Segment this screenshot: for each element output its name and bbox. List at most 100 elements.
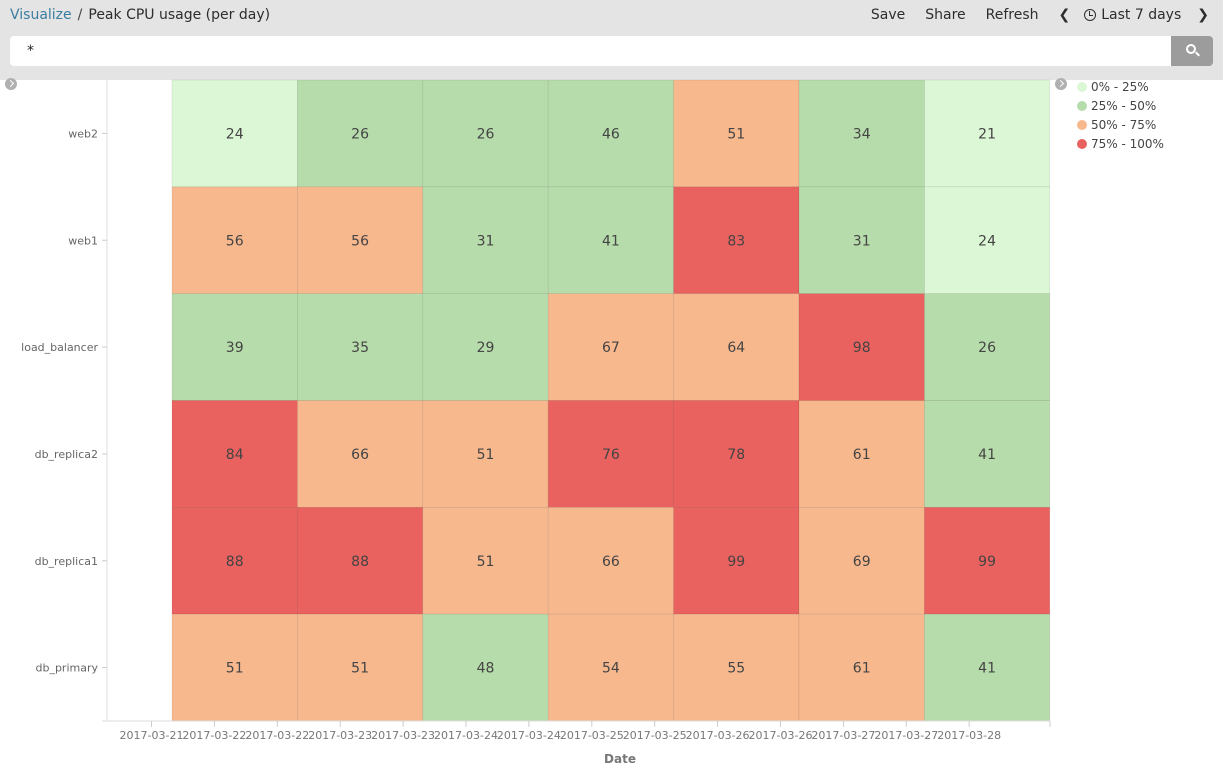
heatmap-cell[interactable]: 55 [673, 613, 800, 722]
heatmap-cell[interactable]: 24 [924, 186, 1051, 294]
x-tick-label: 2017-03-27 [811, 729, 875, 742]
heatmap-cell-label: 66 [351, 447, 369, 463]
heatmap-cell-label: 48 [477, 661, 495, 677]
heatmap-cell[interactable]: 51 [297, 613, 424, 722]
legend-item[interactable]: 25% - 50% [1077, 96, 1164, 115]
heatmap-cell-label: 29 [477, 340, 495, 356]
breadcrumb-visualize-link[interactable]: Visualize [10, 7, 72, 23]
heatmap-cell[interactable]: 61 [798, 400, 925, 508]
heatmap-cell[interactable]: 26 [924, 293, 1051, 401]
x-tick-label: 2017-03-26 [749, 729, 813, 742]
time-picker-button[interactable]: Last 7 days [1084, 7, 1181, 23]
heatmap-cell-label: 46 [602, 126, 620, 142]
heatmap-cells: 24 26 26 46 51 34 21 56 56 31 41 83 31 24 39 35 29 67 64 98… [171, 79, 1051, 722]
heatmap-cell[interactable]: 31 [422, 186, 549, 294]
heatmap-cell[interactable]: 54 [547, 613, 674, 722]
y-tick-label: db_replica2 [35, 448, 98, 461]
heatmap-cell[interactable]: 56 [171, 186, 298, 294]
heatmap-cell[interactable]: 35 [297, 293, 424, 401]
heatmap-cell[interactable]: 88 [297, 507, 424, 615]
search-icon-handle [1195, 51, 1200, 57]
heatmap-cell-label: 88 [226, 554, 244, 570]
heatmap-chart: 24 26 26 46 51 34 21 56 56 31 41 83 31 24 39 35 29 67 64 98… [21, 79, 1051, 766]
heatmap-cell-label: 24 [978, 233, 996, 249]
x-tick-label: 2017-03-22 [182, 729, 246, 742]
y-tick-label: web1 [68, 234, 98, 247]
top-menu: Save Share Refresh ❮ Last 7 days ❯ [871, 7, 1223, 23]
heatmap-cell[interactable]: 76 [547, 400, 674, 508]
heatmap-cell[interactable]: 48 [422, 613, 549, 722]
legend-color-dot [1077, 100, 1087, 111]
x-tick-label: 2017-03-25 [560, 729, 624, 742]
heatmap-cell[interactable]: 51 [422, 507, 549, 615]
search-button[interactable] [1171, 36, 1213, 66]
heatmap-cell-label: 34 [853, 126, 871, 142]
top-nav-bar: Visualize / Peak CPU usage (per day) Save … [0, 0, 1223, 80]
heatmap-cell[interactable]: 41 [924, 613, 1051, 722]
search-input[interactable] [10, 36, 1171, 66]
x-axis: 2017-03-212017-03-222017-03-222017-03-23… [102, 720, 1051, 742]
heatmap-cell[interactable]: 88 [171, 507, 298, 615]
heatmap-cell[interactable]: 98 [798, 293, 925, 401]
legend-color-dot [1077, 81, 1087, 92]
heatmap-cell[interactable]: 51 [422, 400, 549, 508]
heatmap-cell[interactable]: 99 [924, 507, 1051, 615]
heatmap-cell-label: 51 [226, 661, 244, 677]
legend-toggle-icon[interactable] [1055, 78, 1067, 90]
heatmap-cell[interactable]: 46 [547, 79, 674, 188]
heatmap-cell[interactable]: 83 [673, 186, 800, 294]
heatmap-cell-label: 41 [602, 233, 620, 249]
heatmap-cell[interactable]: 41 [547, 186, 674, 294]
heatmap-cell[interactable]: 51 [171, 613, 298, 722]
sidebar-toggle-icon[interactable] [5, 78, 17, 90]
x-tick-label: 2017-03-24 [434, 729, 498, 742]
heatmap-cell[interactable]: 26 [297, 79, 424, 188]
heatmap-cell-label: 51 [727, 126, 745, 142]
refresh-button[interactable]: Refresh [986, 7, 1039, 23]
heatmap-cell[interactable]: 29 [422, 293, 549, 401]
share-button[interactable]: Share [925, 7, 965, 23]
heatmap-cell-label: 35 [351, 340, 369, 356]
heatmap-cell-label: 83 [727, 233, 745, 249]
heatmap-cell[interactable]: 66 [547, 507, 674, 615]
x-tick-label: 2017-03-28 [937, 729, 1001, 742]
heatmap-cell[interactable]: 26 [422, 79, 549, 188]
heatmap-cell-label: 84 [226, 447, 244, 463]
heatmap-cell-label: 39 [226, 340, 244, 356]
x-tick-label: 2017-03-27 [874, 729, 938, 742]
x-axis-title: Date [604, 752, 636, 766]
x-tick-label: 2017-03-25 [623, 729, 687, 742]
heatmap-cell[interactable]: 66 [297, 400, 424, 508]
heatmap-cell-label: 26 [978, 340, 996, 356]
heatmap-cell[interactable]: 39 [171, 293, 298, 401]
heatmap-cell-label: 88 [351, 554, 369, 570]
y-axis: web2 web1 load_balancer db_replica2 db_repli… [21, 80, 108, 721]
heatmap-cell[interactable]: 34 [798, 79, 925, 188]
chevron-right-icon[interactable]: ❯ [1197, 7, 1209, 23]
heatmap-cell[interactable]: 41 [924, 400, 1051, 508]
heatmap-cell-label: 51 [351, 661, 369, 677]
heatmap-cell[interactable]: 61 [798, 613, 925, 722]
heatmap-cell[interactable]: 84 [171, 400, 298, 508]
y-tick-label: web2 [68, 127, 98, 140]
heatmap-cell[interactable]: 78 [673, 400, 800, 508]
x-tick-label: 2017-03-22 [245, 729, 309, 742]
heatmap-cell-label: 98 [853, 340, 871, 356]
heatmap-cell[interactable]: 67 [547, 293, 674, 401]
legend-item[interactable]: 0% - 25% [1077, 77, 1164, 96]
heatmap-cell[interactable]: 64 [673, 293, 800, 401]
heatmap-cell-label: 26 [351, 126, 369, 142]
chevron-left-icon[interactable]: ❮ [1059, 7, 1071, 23]
heatmap-cell[interactable]: 99 [673, 507, 800, 615]
heatmap-cell[interactable]: 31 [798, 186, 925, 294]
legend-item[interactable]: 75% - 100% [1077, 134, 1164, 153]
heatmap-cell[interactable]: 56 [297, 186, 424, 294]
heatmap-cell[interactable]: 69 [798, 507, 925, 615]
heatmap-cell[interactable]: 24 [171, 79, 298, 188]
heatmap-cell-label: 51 [477, 554, 495, 570]
legend-item[interactable]: 50% - 75% [1077, 115, 1164, 134]
heatmap-cell-label: 41 [978, 661, 996, 677]
save-button[interactable]: Save [871, 7, 905, 23]
heatmap-cell[interactable]: 51 [673, 79, 800, 188]
heatmap-cell[interactable]: 21 [924, 79, 1051, 188]
